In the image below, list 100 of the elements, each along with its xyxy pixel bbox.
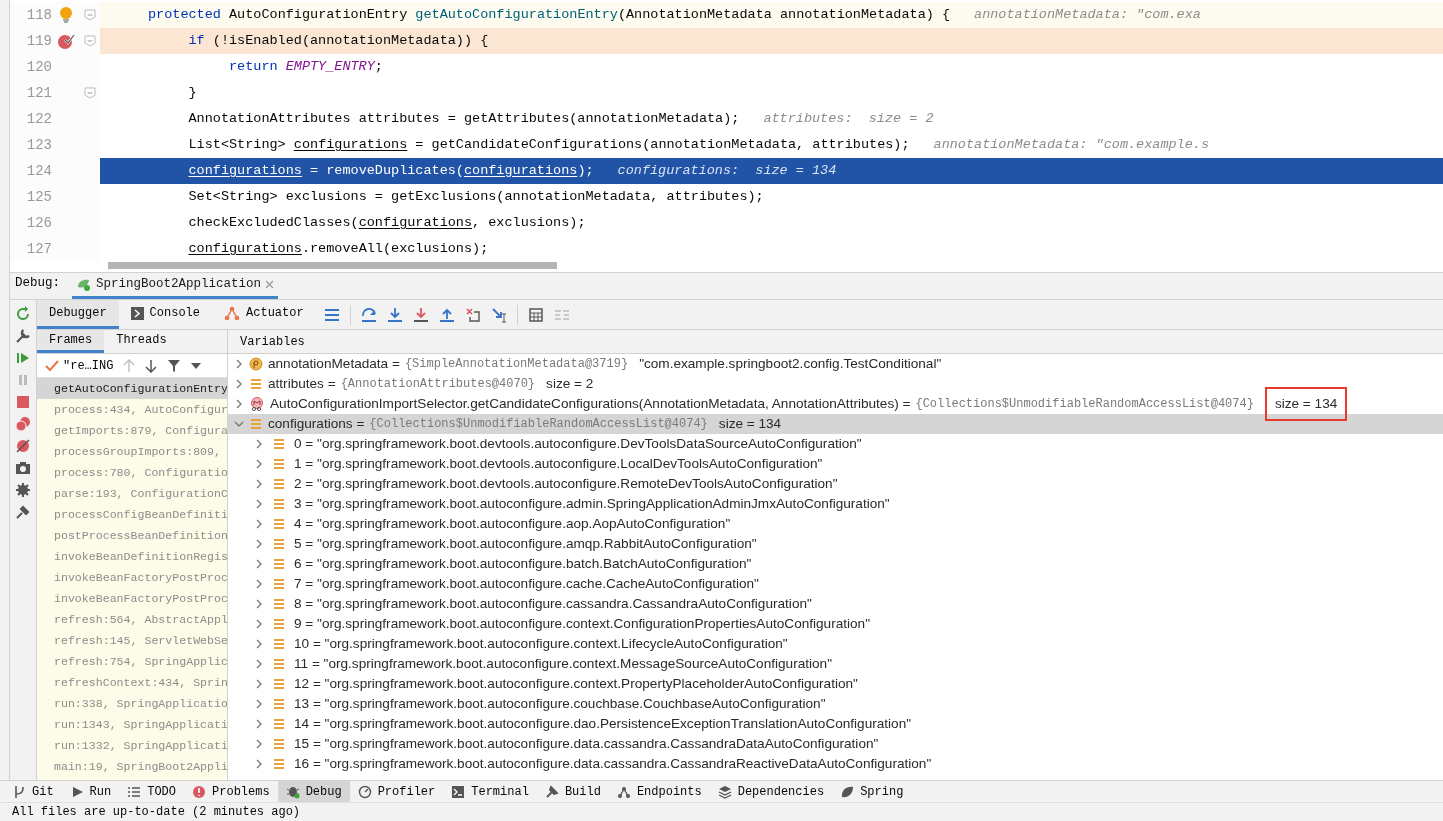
list-icon [272,597,286,611]
object-reference: {Collections$UnmodifiableRandomAccessList@4074} [915,396,1254,413]
profiler-icon [357,784,372,799]
step-into-icon[interactable] [386,306,403,323]
list-icon [272,437,286,451]
list-element: 6 = "org.springframework.boot.autoconfigure.batch.BatchAutoConfiguration" [294,554,752,573]
tool-window-tab[interactable]: Debug [277,781,350,802]
tool-window-tab[interactable]: Problems [184,781,278,802]
list-element: 10 = "org.springframework.boot.autoconfigure.context.LifecycleAutoConfiguration" [294,634,788,653]
debugger-tab[interactable]: Actuator [212,300,316,329]
resume-icon[interactable] [15,350,31,366]
variable-name: AutoConfigurationImportSelector.getCandidateConfigurations(AnnotationMetadata, AnnotationAttributes) = [270,394,911,413]
list-element: 16 = "org.springframework.boot.autoconfigure.data.cassandra.CassandraReactiveDataAutoConfiguration" [294,754,932,773]
panel-tab[interactable]: Threads [104,330,179,353]
tool-window-tab[interactable]: Spring [832,781,912,802]
object-reference: {AnnotationAttributes@4070} [340,376,536,393]
list-icon [272,697,286,711]
list-element: 13 = "org.springframework.boot.autoconfigure.couchbase.CouchbaseAutoConfiguration" [294,694,826,713]
force-step-into-icon[interactable] [412,306,429,323]
run-to-cursor-icon[interactable] [490,306,507,323]
debugger-tab[interactable]: Console [118,300,213,329]
line-number: 124 [25,161,52,181]
fold-marker-icon[interactable] [84,35,96,47]
step-over-icon[interactable] [360,306,377,323]
status-text: All files are up-to-date (2 minutes ago) [12,804,301,821]
inline-value-hint: attributes: size = 2 [763,109,934,128]
list-element: 0 = "org.springframework.boot.devtools.autoconfigure.DevToolsDataSourceAutoConfiguration" [294,434,862,453]
selected-row[interactable]: configurations = {Collections$UnmodifiableRandomAccessList@4074} size = 134 [228,414,1443,434]
list-icon [272,497,286,511]
variable-name: attributes = [268,374,336,393]
line-number: 123 [25,135,52,155]
stack-frame[interactable]: getAutoConfigurationEntry [37,378,227,399]
settings-icon[interactable] [15,328,31,344]
list-element: 15 = "org.springframework.boot.autoconfigure.data.cassandra.CassandraDataAutoConfiguration" [294,734,879,753]
line-number: 125 [25,187,52,207]
list-icon [272,737,286,751]
debugger-tab[interactable]: Debugger [37,300,119,329]
variable-value: size = 2 [546,374,594,393]
tool-window-tab[interactable]: Git [4,781,62,802]
menu-icon[interactable] [323,306,340,323]
list-icon [272,657,286,671]
list-icon [272,677,286,691]
list-icon [272,757,286,771]
tool-window-tab[interactable]: Run [61,781,120,802]
todo-icon [127,784,142,799]
list-element: 5 = "org.springframework.boot.autoconfigure.amqp.RabbitAutoConfiguration" [294,534,757,553]
tool-window-tab[interactable]: Endpoints [608,781,710,802]
settings-icon[interactable] [15,482,31,498]
breakpoint-icon[interactable] [57,32,75,50]
panel-tab[interactable]: Frames [37,330,105,353]
nodes-icon [224,306,241,320]
list-icon [272,537,286,551]
fold-marker-icon[interactable] [84,87,96,99]
line-number: 120 [25,57,52,77]
close-icon[interactable] [265,280,275,289]
inline-value-hint: annotationMetadata: "com.exa [974,5,1201,24]
list-icon [272,557,286,571]
terminal-icon [451,784,466,799]
object-reference: {Collections$UnmodifiableRandomAccessList@4074} [369,416,708,433]
list-element: 7 = "org.springframework.boot.autoconfigure.cache.CacheAutoConfiguration" [294,574,759,593]
list-element: 14 = "org.springframework.boot.autoconfigure.dao.PersistenceExceptionTranslationAutoConfiguration" [294,714,912,733]
list-element: 8 = "org.springframework.boot.autoconfigure.cassandra.CassandraAutoConfiguration" [294,594,812,613]
stop-icon[interactable] [15,394,31,410]
camera-icon[interactable] [15,460,31,476]
breakpoints-icon[interactable] [15,416,31,432]
line-number: 122 [25,109,52,129]
bulb-icon[interactable] [59,6,73,24]
variable-name: configurations = [268,414,365,433]
list-icon [272,617,286,631]
line-number: 119 [25,31,52,51]
list-icon [272,577,286,591]
inline-value-hint: configurations: size = 134 [617,161,837,180]
drop-frame-icon[interactable] [464,306,481,323]
line-number: 127 [25,239,52,259]
list-element: 1 = "org.springframework.boot.devtools.autoconfigure.LocalDevToolsAutoConfiguration" [294,454,823,473]
filter-icon[interactable] [167,358,182,373]
calculator-icon[interactable] [527,306,544,323]
rerun-icon[interactable] [15,306,31,322]
step-out-icon[interactable] [438,306,455,323]
problems-icon [192,784,207,799]
tool-window-tab[interactable]: Build [536,781,609,802]
horizontal-scrollbar[interactable] [108,262,557,269]
dropdown-icon[interactable] [191,362,202,369]
tool-window-tab[interactable]: Terminal [443,781,537,802]
spring-run-icon [76,277,92,292]
line-number: 126 [25,213,52,233]
spring-icon [840,784,855,799]
list-icon [272,717,286,731]
tool-window-tab[interactable]: Profiler [349,781,444,802]
down-arrow-icon[interactable] [145,358,158,373]
list-icon [272,457,286,471]
line-number: 118 [25,5,52,25]
mute-breakpoints-icon[interactable] [15,438,31,454]
list-element: 4 = "org.springframework.boot.autoconfigure.aop.AopAutoConfiguration" [294,514,731,533]
tool-window-tab[interactable]: TODO [119,781,185,802]
list-element: 11 = "org.springframework.boot.autoconfigure.context.MessageSourceAutoConfiguration" [294,654,832,673]
inline-value-hint: annotationMetadata: "com.example.s [933,135,1209,154]
fold-marker-icon[interactable] [84,9,96,21]
tool-window-tab[interactable]: Dependencies [709,781,833,802]
list-icon [249,377,263,391]
